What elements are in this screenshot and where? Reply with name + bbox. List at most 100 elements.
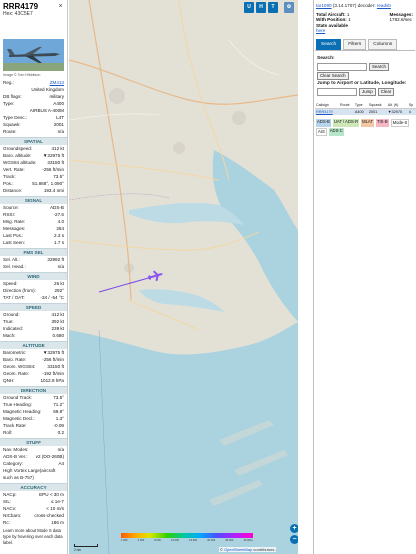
info-row: Type: A400 (0, 100, 67, 107)
messages-rate: 1782.8/sec (389, 17, 412, 23)
detail-row: Distance: 193.4 nmi (0, 187, 67, 194)
detail-row: Source: ADS-B (0, 204, 67, 211)
detail-row: Baro. Rate: -256 ft/min (0, 356, 67, 363)
info-row: Reg.: ZM413 (0, 79, 67, 86)
map-button-u[interactable]: U (244, 2, 254, 13)
clear-search-button[interactable]: Clear Search (317, 71, 349, 80)
section-header-signal: SIGNAL (0, 196, 67, 204)
detail-value: n/a (57, 447, 64, 452)
detail-value: -34 / -54 °C (40, 295, 64, 300)
detail-key: Vert. Rate: (3, 167, 25, 172)
detail-row: Category: A4 (0, 460, 67, 467)
detail-value: EPU < 30 m (39, 492, 64, 497)
detail-key: Indicated: (3, 326, 23, 331)
info-value: L4T (56, 115, 64, 120)
detail-row: Pos.: 51.868°, 1.090° (0, 180, 67, 187)
detail-value: 2.3 s (54, 233, 64, 238)
detail-key: Barometric: (3, 350, 27, 355)
map-canvas[interactable] (69, 0, 298, 554)
zoom-in-button[interactable]: + (290, 524, 298, 533)
version-link[interactable]: tar1090 (316, 3, 332, 8)
search-button[interactable]: Search (369, 62, 389, 71)
detail-value: 1012.8 hPa (40, 378, 64, 383)
registration-link[interactable]: ZM413 (50, 79, 64, 86)
detail-row: NICbaro: cross-checked (0, 512, 67, 519)
detail-row: Ground: 412 kt (0, 311, 67, 318)
detail-key: Track: (3, 174, 16, 179)
detail-row: Geom. Rate: -192 ft/min (0, 370, 67, 377)
detail-value: v2 (DO-260B) (35, 454, 64, 459)
decoder-link[interactable]: readsb (377, 3, 391, 8)
detail-key: NACp: (3, 492, 17, 497)
detail-key: Mach: (3, 333, 16, 338)
detail-key: Speed: (3, 281, 18, 286)
search-input[interactable] (317, 62, 367, 71)
footer-note: Learn more about Mode S data type by hov… (3, 528, 63, 545)
detail-row: True: 392 kt (0, 318, 67, 325)
detail-key: Groundspeed: (3, 146, 33, 151)
attribution-link[interactable]: OpenStreetMap (224, 547, 252, 552)
detail-key: Pos.: (3, 181, 14, 186)
tab-columns[interactable]: Columns (368, 38, 398, 50)
info-row: Type Desc.: L4T (0, 114, 67, 121)
map-button-t[interactable]: T (268, 2, 278, 13)
detail-key: Magnetic Heading: (3, 409, 42, 414)
detail-value: 193.4 nmi (43, 188, 64, 193)
altitude-color-legend: 1 000 4 000 8 000 12 000 16 000 20 000 30 000 4… (121, 533, 253, 542)
detail-row: Groundspeed: 412 kt (0, 145, 67, 152)
detail-key: Msg. Rate: (3, 219, 26, 224)
detail-value: -256 ft/min (42, 167, 64, 172)
detail-key: Track Rate: (3, 423, 27, 428)
altitude-tick: 30 000 (225, 539, 234, 542)
tab-filters[interactable]: Filters (343, 38, 367, 50)
altitude-tick: 12 000 (171, 539, 179, 542)
map-view[interactable]: U H T ⚙ › ⌂ ◎ I O K ‹ M P R T + − 2 nm 1… (69, 0, 298, 554)
detail-value: < 10 m/s (46, 506, 64, 511)
section-header-stuff: STUFF (0, 438, 67, 446)
detail-value: 73.5° (53, 174, 64, 179)
info-row: Squawk: 2001 (0, 121, 67, 128)
detail-key: Geom. Rate: (3, 371, 30, 376)
altitude-tick: 20 000 (207, 539, 216, 542)
detail-value: A4 (58, 461, 64, 466)
aircraft-detail-sections: SPATIAL Groundspeed: 412 kt Baro. altitude:… (0, 137, 67, 526)
detail-key: SIL: (3, 499, 12, 504)
aircraft-photo[interactable] (3, 39, 64, 71)
layers-icon[interactable]: ⚙ (284, 2, 294, 13)
detail-key: High Vortex Large(aircraft such as B-757… (3, 468, 56, 480)
detail-row: Vert. Rate: -256 ft/min (0, 166, 67, 173)
detail-row: QNH: 1012.8 hPa (0, 377, 67, 384)
clear-jump-button[interactable]: Clear (377, 87, 395, 96)
detail-value: 0.2 (57, 430, 64, 435)
aircraft-list-panel: tar1090 (3.14.1707) decoder: readsb Tota… (313, 0, 416, 554)
detail-value: 26 kt (54, 281, 64, 286)
detail-row: Nav. Modes: n/a (0, 446, 67, 453)
detail-value: 32992 ft (47, 257, 64, 262)
detail-key: Sel. Alt.: (3, 257, 20, 262)
jump-input[interactable] (317, 87, 357, 96)
legend-ads-b: ADS-B (316, 118, 331, 127)
detail-row: Barometric: ▼32975 ft (0, 349, 67, 356)
detail-value: 186 m (51, 520, 64, 525)
altitude-tick: 40 000+ (243, 539, 253, 542)
detail-row: Mach: 0.680 (0, 332, 67, 339)
detail-key: ADS-B Ver.: (3, 454, 28, 459)
with-position: 1 (348, 17, 351, 23)
detail-value: 69.8° (53, 409, 64, 414)
detail-row: Messages: 264 (0, 225, 67, 232)
detail-key: TAT / OAT: (3, 295, 25, 300)
map-button-h[interactable]: H (256, 2, 266, 13)
info-value: United Kingdom (31, 87, 64, 92)
map-attribution: © OpenStreetMap contributors. (219, 547, 277, 552)
stats-link[interactable]: here (316, 28, 325, 33)
altitude-tick: 16 000 (189, 539, 198, 542)
detail-row: RSSI: -27.6 (0, 211, 67, 218)
jump-button[interactable]: Jump (359, 87, 376, 96)
detail-value: 0.680 (52, 333, 65, 338)
detail-value: 264 (56, 226, 64, 231)
zoom-out-button[interactable]: − (290, 535, 298, 544)
close-icon[interactable]: × (56, 2, 65, 11)
tab-search[interactable]: Search (316, 38, 342, 50)
source-legend: ADS-B UAT / ADS-R MLAT TIS-B Mode-S AIS ADS-C (314, 115, 414, 136)
tab-bar: Search Filters Columns (316, 38, 416, 50)
